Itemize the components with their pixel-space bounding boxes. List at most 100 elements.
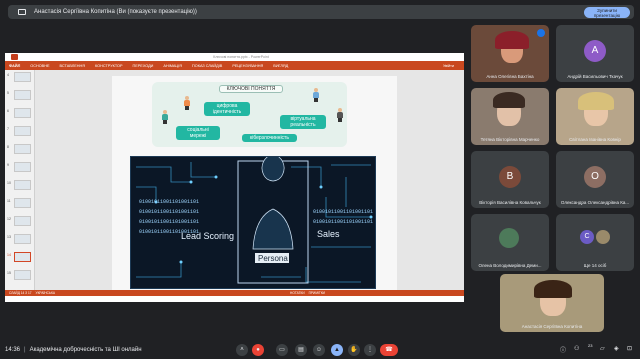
participant-name: Олена Володимирівна Деми... bbox=[478, 263, 542, 268]
slide-counter: СЛАЙД 14 З 17 bbox=[9, 291, 32, 295]
participant-count: 23 bbox=[588, 343, 593, 348]
leave-call-button[interactable]: ☎ bbox=[380, 344, 398, 356]
sign-in-link[interactable]: Увійти bbox=[443, 64, 454, 68]
speaking-indicator-icon bbox=[537, 29, 545, 37]
participant-tile[interactable]: Тетяна Вікторівна Марченко bbox=[471, 88, 549, 145]
people-icon[interactable]: ⚇ bbox=[574, 345, 579, 352]
slide-thumbnail[interactable] bbox=[14, 162, 31, 172]
ribbon-tab-design[interactable]: КОНСТРУКТОР bbox=[95, 64, 123, 68]
ribbon-tab-insert[interactable]: ВСТАВЛЕННЯ bbox=[59, 64, 85, 68]
participant-tile[interactable]: О Олександра Олександрівна Ка... bbox=[556, 151, 634, 208]
slide-thumbnail[interactable] bbox=[14, 72, 31, 82]
binary-text: 01001011001101001101 bbox=[313, 219, 373, 225]
participant-name: Тетяна Вікторівна Марченко bbox=[480, 137, 540, 142]
person-figure-icon bbox=[162, 110, 168, 124]
current-slide[interactable]: КЛЮЧОВІ ПОНЯТТЯ цифрова ідентичність вір… bbox=[112, 76, 397, 290]
slide-thumbnail[interactable] bbox=[14, 180, 31, 190]
participant-tile[interactable]: Світлана Іванівна Ковнір bbox=[556, 88, 634, 145]
ppt-titlebar: Ключові поняття.pptx - PowerPoint bbox=[5, 53, 464, 61]
camera-icon[interactable]: ▭ bbox=[276, 344, 288, 356]
captions-icon[interactable]: ▤ bbox=[295, 344, 307, 356]
participant-tile[interactable]: Олена Володимирівна Деми... bbox=[471, 214, 549, 271]
more-participants-tile[interactable]: С Ще 14 осіб bbox=[556, 214, 634, 271]
comments-button[interactable]: ПРИМІТКИ bbox=[309, 291, 325, 295]
info-icon[interactable]: ⓘ bbox=[560, 345, 566, 354]
more-options-icon[interactable]: ⋮ bbox=[364, 344, 376, 356]
ppt-ribbon: ФАЙЛ ОСНОВНЕ ВСТАВЛЕННЯ КОНСТРУКТОР ПЕРЕ… bbox=[5, 61, 464, 70]
microphone-off-icon[interactable]: ● bbox=[252, 344, 264, 356]
binary-text: 01001011001101001101 bbox=[139, 199, 199, 205]
stop-presenting-button[interactable]: Зупинити презентацію bbox=[584, 7, 630, 18]
ribbon-tab-transitions[interactable]: ПЕРЕХОДИ bbox=[133, 64, 154, 68]
ribbon-tab-slideshow[interactable]: ПОКАЗ СЛАЙДІВ bbox=[192, 64, 222, 68]
thumb-number: 8 bbox=[7, 145, 9, 149]
presentation-window: Ключові поняття.pptx - PowerPoint ФАЙЛ О… bbox=[5, 53, 464, 302]
raise-hand-icon[interactable]: ✋ bbox=[348, 344, 360, 356]
participant-name: Вікторія Василівна Ковальчук bbox=[479, 200, 541, 205]
participant-name: Анна Олегівна Бахтіна bbox=[486, 74, 534, 79]
slide-thumbnail[interactable] bbox=[14, 90, 31, 100]
participant-tile[interactable]: В Вікторія Василівна Ковальчук bbox=[471, 151, 549, 208]
slide-thumbnail[interactable] bbox=[14, 126, 31, 136]
ribbon-tab-review[interactable]: РЕЦЕНЗУВАННЯ bbox=[232, 64, 263, 68]
participant-tile[interactable]: А Андрій Васильович Ткачук bbox=[556, 25, 634, 82]
present-screen-icon[interactable]: ▲ bbox=[331, 344, 343, 356]
participant-tile[interactable]: Анна Олегівна Бахтіна bbox=[471, 25, 549, 82]
thumb-number: 9 bbox=[7, 163, 9, 167]
participant-avatar: В bbox=[499, 166, 521, 188]
slide-thumbnail[interactable] bbox=[14, 270, 31, 280]
slide-thumbnail[interactable] bbox=[14, 144, 31, 154]
ribbon-tab-home[interactable]: ОСНОВНЕ bbox=[30, 64, 49, 68]
thumb-number: 13 bbox=[7, 235, 11, 239]
participant-name: Олександра Олександрівна Ка... bbox=[560, 200, 630, 205]
label-lead-scoring: Lead Scoring bbox=[181, 231, 234, 241]
self-name: Анастасія Сергіївна Копитіна bbox=[521, 324, 583, 329]
participant-name: Світлана Іванівна Ковнір bbox=[569, 137, 621, 142]
emoji-icon[interactable]: ☺ bbox=[313, 344, 325, 356]
slide-thumbnail[interactable] bbox=[14, 108, 31, 118]
pill-virtual-reality: віртуальна реальність bbox=[280, 115, 326, 129]
chat-icon[interactable]: ▱ bbox=[600, 345, 605, 352]
binary-text: 01001011001101001101 bbox=[139, 209, 199, 215]
thumb-number: 6 bbox=[7, 109, 9, 113]
slide-thumbnails: 4 5 6 7 8 9 10 11 12 13 14 15 bbox=[5, 70, 35, 296]
presenting-text: Анастасія Сергіївна Копитіна (Ви (показу… bbox=[34, 9, 197, 15]
participant-avatar: О bbox=[584, 166, 606, 188]
concepts-panel: КЛЮЧОВІ ПОНЯТТЯ цифрова ідентичність вір… bbox=[152, 82, 347, 147]
slide-thumbnail-selected[interactable] bbox=[14, 252, 31, 262]
slide-thumbnail[interactable] bbox=[14, 234, 31, 244]
person-figure-icon bbox=[313, 88, 319, 102]
meeting-title: Академічна доброчесність та ШІ онлайн bbox=[29, 347, 142, 353]
more-participants-label: Ще 14 осіб bbox=[583, 263, 607, 268]
pill-digital-identity: цифрова ідентичність bbox=[204, 102, 250, 116]
pill-social-networks: соціальні мережі bbox=[176, 126, 220, 140]
notes-button[interactable]: НОТАТКИ bbox=[290, 291, 305, 295]
thumb-number: 14 bbox=[7, 253, 11, 257]
ribbon-tab-animations[interactable]: АНІМАЦІЯ bbox=[163, 64, 182, 68]
self-view-tile[interactable]: Анастасія Сергіївна Копитіна bbox=[500, 274, 604, 332]
thumb-number: 15 bbox=[7, 271, 11, 275]
powerpoint-logo-icon bbox=[11, 54, 18, 60]
participant-video bbox=[499, 228, 519, 248]
ppt-statusbar: СЛАЙД 14 З 17 УКРАЇНСЬКА НОТАТКИ ПРИМІТК… bbox=[5, 290, 464, 296]
slide-thumbnail[interactable] bbox=[14, 216, 31, 226]
language-indicator: УКРАЇНСЬКА bbox=[35, 291, 56, 295]
person-figure-icon bbox=[337, 108, 343, 122]
ribbon-tab-file[interactable]: ФАЙЛ bbox=[9, 64, 20, 68]
separator: | bbox=[24, 347, 26, 353]
ppt-doc-title: Ключові поняття.pptx - PowerPoint bbox=[213, 55, 269, 59]
ribbon-tab-view[interactable]: ВИГЛЯД bbox=[273, 64, 288, 68]
meeting-clock: 14:36 bbox=[5, 347, 21, 353]
activities-icon[interactable]: ◈ bbox=[614, 345, 619, 352]
slide-data-persona-image: 01001011001101001101 0100101100110100110… bbox=[130, 156, 376, 289]
slide-thumbnail[interactable] bbox=[14, 198, 31, 208]
participant-name: Андрій Васильович Ткачук bbox=[567, 74, 623, 79]
caret-up-icon[interactable]: ˄ bbox=[236, 344, 248, 356]
present-screen-icon bbox=[18, 9, 26, 15]
label-sales: Sales bbox=[317, 229, 340, 239]
lock-icon[interactable]: ⊡ bbox=[627, 345, 632, 352]
pill-cybercrime: кіберзлочинність bbox=[242, 134, 297, 142]
thumb-number: 4 bbox=[7, 73, 9, 77]
meet-window: Анастасія Сергіївна Копитіна (Ви (показу… bbox=[0, 0, 640, 359]
thumb-number: 10 bbox=[7, 181, 11, 185]
